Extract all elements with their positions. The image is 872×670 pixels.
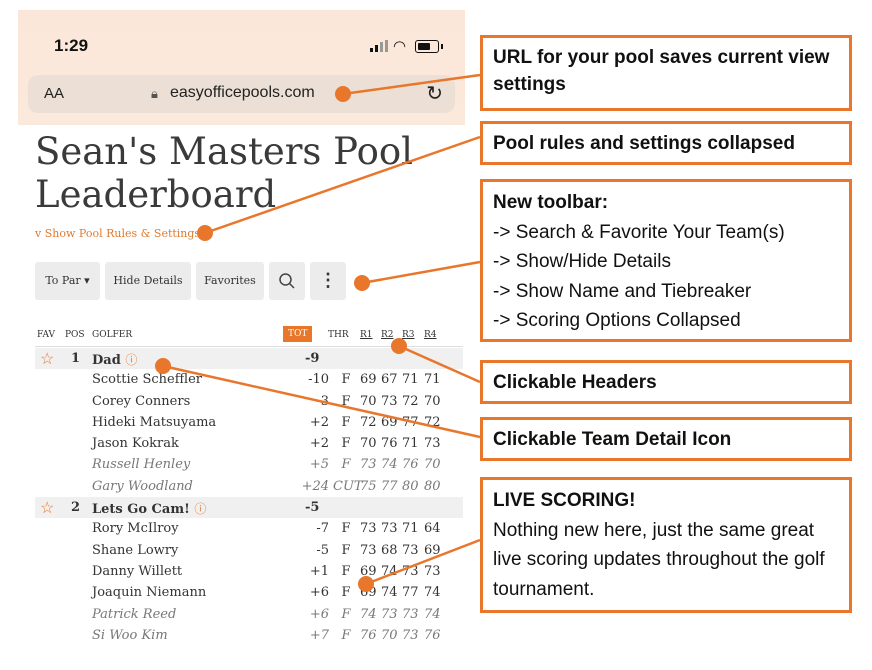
- team-icon-marker: [155, 358, 171, 374]
- callout-url: URL for your pool saves current view set…: [480, 35, 852, 111]
- toolbar-marker: [354, 275, 370, 291]
- callout-team-icon: Clickable Team Detail Icon: [480, 417, 852, 461]
- callout-live-scoring: LIVE SCORING! Nothing new here, just the…: [480, 477, 852, 613]
- url-marker: [335, 86, 351, 102]
- rules-marker: [197, 225, 213, 241]
- callout-rules: Pool rules and settings collapsed: [480, 121, 852, 165]
- headers-marker: [391, 338, 407, 354]
- live-scoring-marker: [358, 576, 374, 592]
- callout-toolbar: New toolbar: -> Search & Favorite Your T…: [480, 179, 852, 342]
- callout-headers: Clickable Headers: [480, 360, 852, 404]
